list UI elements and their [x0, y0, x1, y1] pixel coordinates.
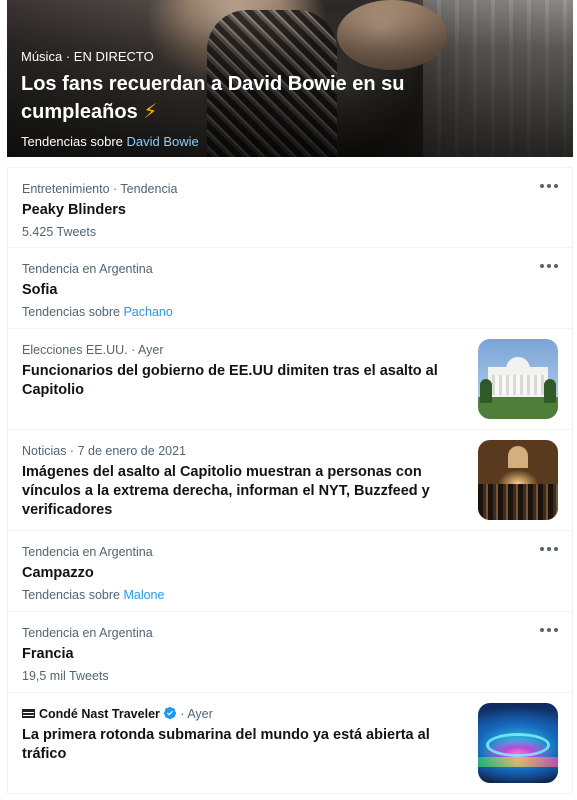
hero-trend-link[interactable]: David Bowie [127, 134, 199, 149]
publisher-name[interactable]: Condé Nast Traveler [39, 707, 160, 721]
white-house-photo [478, 339, 558, 419]
trend-related: Tendencias sobre Pachano [22, 304, 558, 320]
hero-trend: Tendencias sobre David Bowie [21, 134, 559, 149]
news-item[interactable]: Condé Nast Traveler · Ayer La primera ro… [8, 693, 572, 794]
news-time: · Ayer [180, 707, 213, 721]
more-options-icon[interactable] [540, 543, 558, 555]
trend-related: Tendencias sobre Malone [22, 587, 558, 603]
trend-item[interactable]: Tendencia en Argentina Campazzo Tendenci… [8, 531, 572, 612]
trend-meta: Tendencia en Argentina [22, 262, 153, 276]
publisher-logo-icon [22, 709, 35, 718]
trend-tweet-count: 19,5 mil Tweets [22, 669, 109, 683]
capitol-riot-photo [478, 440, 558, 520]
trend-meta: Tendencia en Argentina [22, 626, 153, 640]
trend-meta: Entretenimiento · Tendencia [22, 182, 178, 196]
underwater-roundabout-photo [478, 703, 558, 783]
trend-title: Peaky Blinders [22, 202, 126, 218]
hero-title-text: Los fans recuerdan a David Bowie en su c… [21, 73, 405, 123]
hero-category: Música [21, 49, 63, 64]
hero-title[interactable]: Los fans recuerdan a David Bowie en su c… [21, 70, 481, 126]
trend-title: Campazzo [22, 565, 94, 581]
hero-meta: Música · EN DIRECTO [21, 49, 559, 65]
trend-item[interactable]: Tendencia en Argentina Sofia Tendencias … [8, 248, 572, 329]
more-options-icon[interactable] [540, 260, 558, 272]
trend-title: Francia [22, 646, 74, 662]
trend-related-link[interactable]: Malone [123, 588, 164, 602]
trends-list: Entretenimiento · Tendencia Peaky Blinde… [7, 167, 573, 794]
hero-trend-prefix: Tendencias sobre [21, 134, 123, 149]
trend-related-prefix: Tendencias sobre [22, 588, 120, 602]
lightning-icon: ⚡ [143, 101, 158, 123]
verified-badge-icon [163, 706, 177, 720]
trend-related-link[interactable]: Pachano [123, 305, 172, 319]
hero-text: Música · EN DIRECTO Los fans recuerdan a… [21, 49, 559, 149]
news-item[interactable]: Noticias · 7 de enero de 2021 Imágenes d… [8, 430, 572, 531]
news-title: Imágenes del asalto al Capitolio muestra… [22, 464, 430, 518]
trend-meta: Tendencia en Argentina [22, 545, 153, 559]
news-title: La primera rotonda submarina del mundo y… [22, 727, 430, 762]
trend-item[interactable]: Entretenimiento · Tendencia Peaky Blinde… [8, 167, 572, 248]
hero-separator: · [65, 49, 71, 64]
news-item[interactable]: Elecciones EE.UU. · Ayer Funcionarios de… [8, 329, 572, 430]
hero-banner[interactable]: Música · EN DIRECTO Los fans recuerdan a… [7, 0, 573, 157]
trend-related-prefix: Tendencias sobre [22, 305, 120, 319]
trend-title: Sofia [22, 282, 58, 298]
trend-item[interactable]: Tendencia en Argentina Francia 19,5 mil … [8, 612, 572, 693]
more-options-icon[interactable] [540, 180, 558, 192]
more-options-icon[interactable] [540, 624, 558, 636]
news-title: Funcionarios del gobierno de EE.UU dimit… [22, 363, 438, 398]
trend-tweet-count: 5.425 Tweets [22, 225, 97, 239]
hero-status: EN DIRECTO [73, 49, 154, 64]
